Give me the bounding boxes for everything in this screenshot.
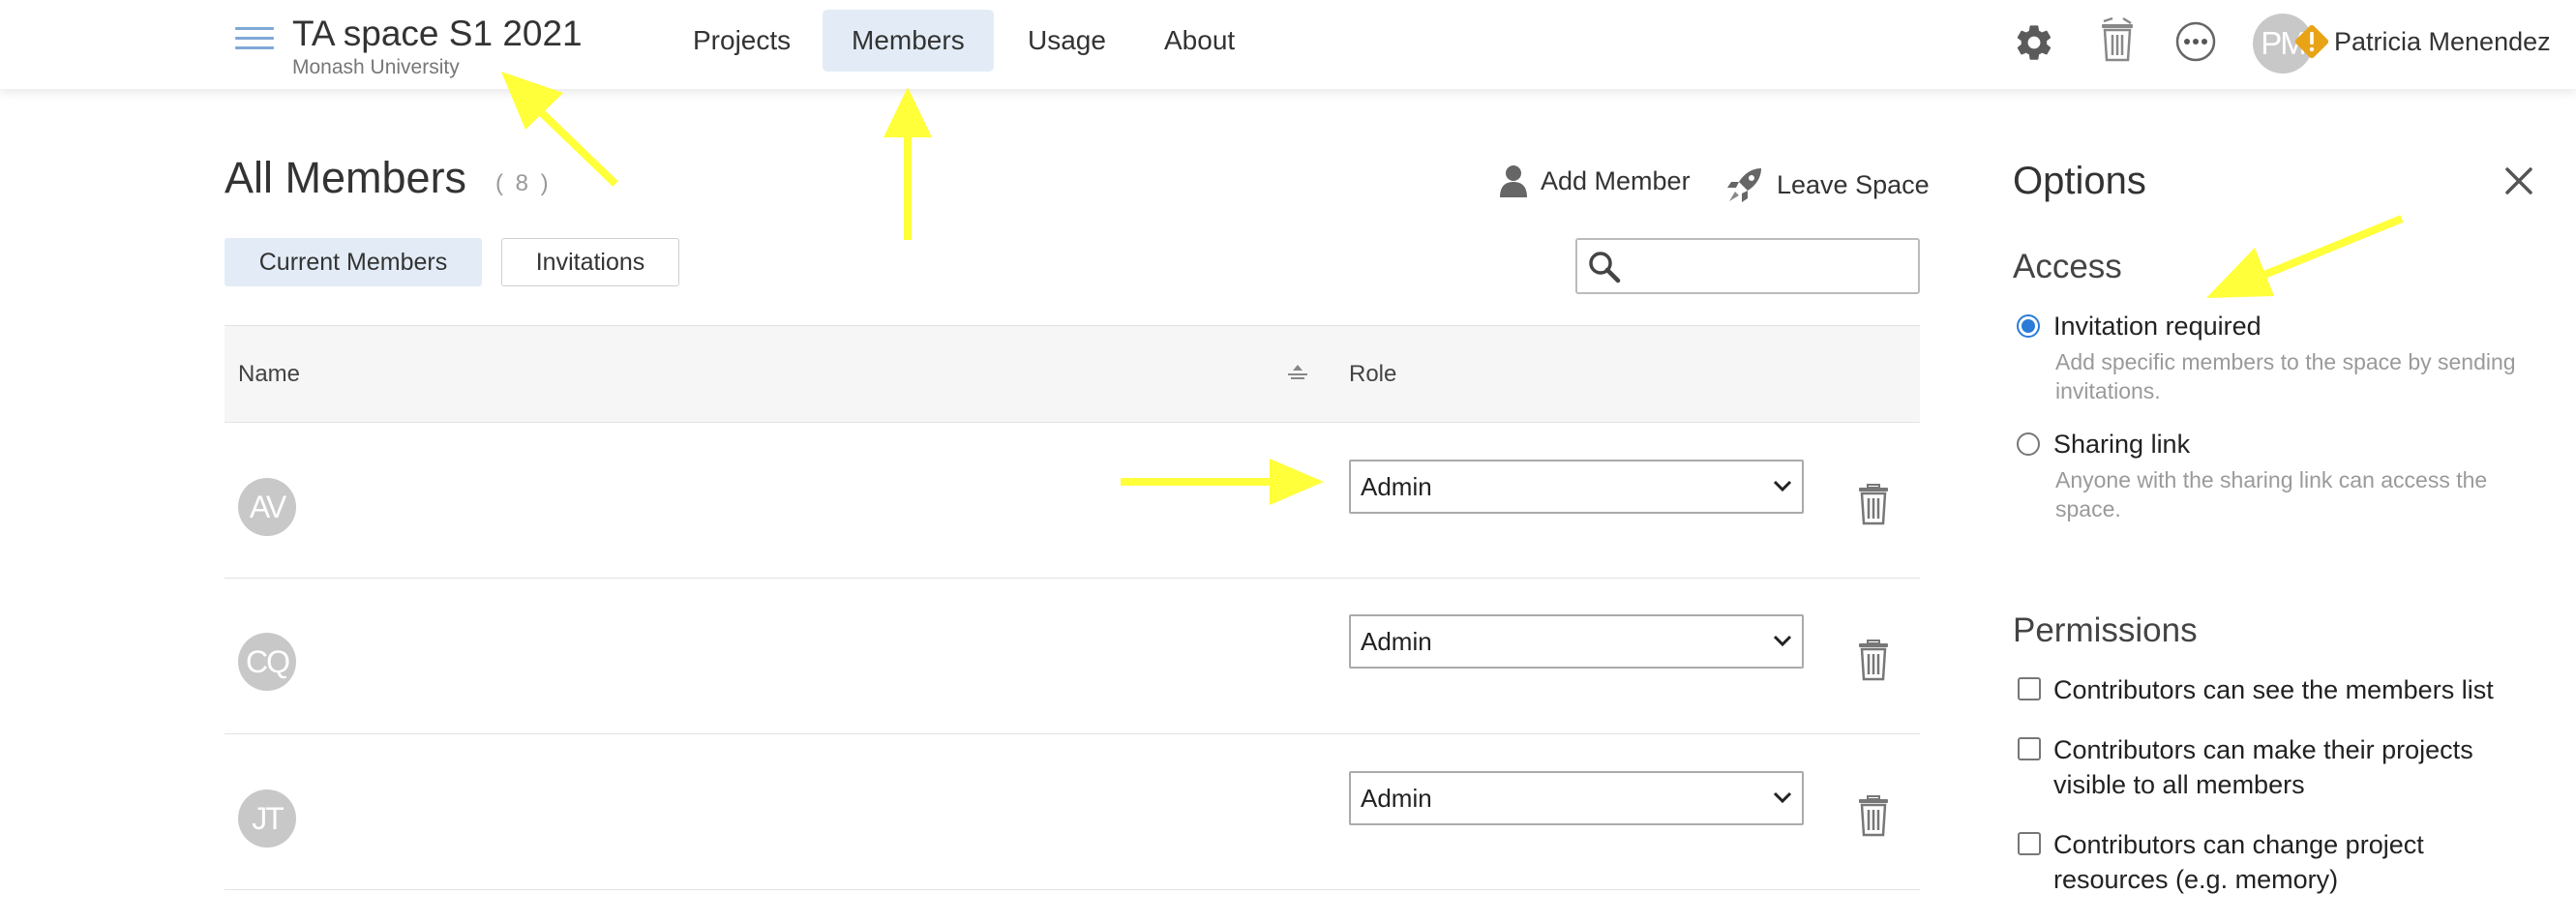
add-member-label: Add Member xyxy=(1541,165,1691,195)
tab-current-members[interactable]: Current Members xyxy=(225,238,482,286)
see-members-label[interactable]: Contributors can see the members list xyxy=(2053,672,2537,707)
options-title: Options xyxy=(2013,160,2146,202)
access-heading: Access xyxy=(2013,248,2122,285)
warning-icon[interactable] xyxy=(2293,23,2330,60)
table-row: JT Admin xyxy=(225,734,1920,890)
trash-icon[interactable] xyxy=(2098,15,2137,69)
table-header: Name Role xyxy=(225,325,1920,423)
column-role: Role xyxy=(1349,361,1397,387)
role-value: Admin xyxy=(1361,472,1432,501)
change-resources-checkbox[interactable] xyxy=(2018,832,2041,855)
more-icon[interactable] xyxy=(2175,21,2216,67)
search-icon xyxy=(1587,250,1622,289)
invitation-required-radio[interactable] xyxy=(2017,314,2040,338)
space-title[interactable]: TA space S1 2021 xyxy=(292,14,583,54)
gear-icon[interactable] xyxy=(2013,21,2055,69)
invitation-required-label[interactable]: Invitation required xyxy=(2053,312,2261,342)
chevron-down-icon xyxy=(1773,635,1792,647)
permissions-heading: Permissions xyxy=(2013,611,2198,649)
trash-icon xyxy=(1859,795,1888,837)
delete-member-button[interactable] xyxy=(1857,639,1890,686)
change-resources-label[interactable]: Contributors can change project resource… xyxy=(2053,827,2537,897)
search-input[interactable] xyxy=(1628,240,1912,292)
avatar: CQ xyxy=(238,633,296,691)
sharing-link-desc: Anyone with the sharing link can access … xyxy=(2055,467,2488,521)
leave-space-button[interactable]: Leave Space xyxy=(1724,164,1930,205)
trash-icon xyxy=(1859,484,1888,525)
see-members-checkbox[interactable] xyxy=(2018,677,2041,700)
tab-about[interactable]: About xyxy=(1135,10,1264,72)
chevron-down-icon xyxy=(1773,791,1792,804)
member-count: ( 8 ) xyxy=(495,170,552,196)
visible-projects-label[interactable]: Contributors can make their projects vis… xyxy=(2053,732,2537,802)
add-member-button[interactable]: Add Member xyxy=(1498,164,1691,197)
sharing-link-radio[interactable] xyxy=(2017,432,2040,456)
trash-icon xyxy=(1859,640,1888,681)
top-bar: TA space S1 2021 Monash University Proje… xyxy=(0,0,2576,89)
leave-space-label: Leave Space xyxy=(1777,169,1930,199)
close-icon[interactable] xyxy=(2504,166,2533,200)
visible-projects-checkbox[interactable] xyxy=(2018,737,2041,760)
delete-member-button[interactable] xyxy=(1857,483,1890,530)
sort-icon[interactable] xyxy=(1285,363,1310,387)
rocket-icon xyxy=(1727,168,1761,202)
space-subtitle: Monash University xyxy=(292,56,460,78)
invitation-required-desc: Add specific members to the space by sen… xyxy=(2055,349,2516,403)
chevron-down-icon xyxy=(1773,480,1792,492)
search-field xyxy=(1575,238,1920,294)
page-title: All Members xyxy=(225,153,467,202)
column-name[interactable]: Name xyxy=(238,361,300,388)
tab-invitations[interactable]: Invitations xyxy=(501,238,679,286)
role-select[interactable]: Admin xyxy=(1349,460,1804,514)
tab-members[interactable]: Members xyxy=(823,10,994,72)
delete-member-button[interactable] xyxy=(1857,794,1890,842)
sharing-link-label[interactable]: Sharing link xyxy=(2053,430,2190,460)
role-value: Admin xyxy=(1361,784,1432,813)
tab-usage[interactable]: Usage xyxy=(999,10,1135,72)
avatar: JT xyxy=(238,789,296,848)
role-value: Admin xyxy=(1361,627,1432,656)
role-select[interactable]: Admin xyxy=(1349,614,1804,669)
user-name[interactable]: Patricia Menendez xyxy=(2334,27,2551,57)
table-row: CQ Admin xyxy=(225,579,1920,734)
add-user-icon xyxy=(1500,165,1527,197)
tab-projects[interactable]: Projects xyxy=(664,10,820,72)
role-select[interactable]: Admin xyxy=(1349,771,1804,825)
table-row: AV Admin xyxy=(225,423,1920,579)
menu-icon[interactable] xyxy=(235,27,274,52)
avatar: AV xyxy=(238,478,296,536)
